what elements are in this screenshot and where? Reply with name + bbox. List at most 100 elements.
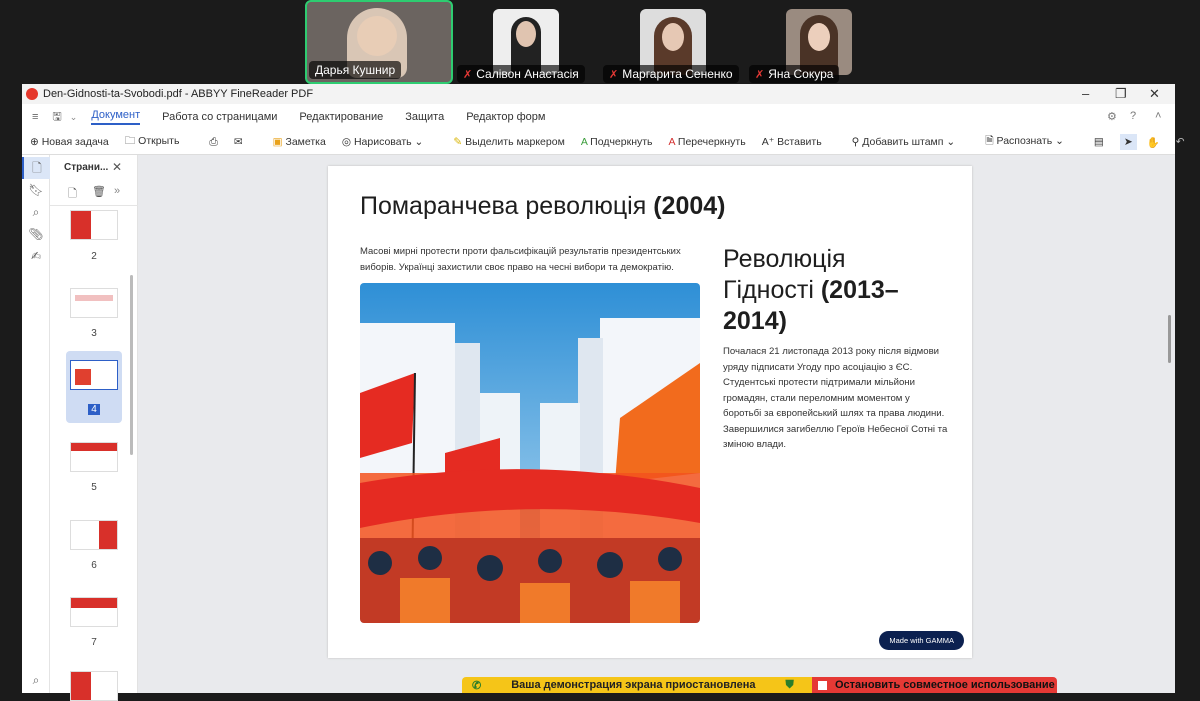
participant-name: Яна Сокура bbox=[768, 67, 834, 81]
side-rail: 🗋 🔖︎ ⌕ 📎︎ ✍︎ ⌕ bbox=[22, 155, 50, 693]
participant-label: ✗ Салівон Анастасія bbox=[457, 65, 585, 83]
bookmark-icon[interactable]: 🔖︎ bbox=[22, 179, 50, 201]
undo-icon[interactable]: ↶ bbox=[1176, 136, 1185, 148]
label: Выделить маркером bbox=[465, 136, 565, 148]
page-number: 6 bbox=[91, 560, 97, 571]
email-icon[interactable]: ✉ bbox=[234, 136, 243, 148]
search-icon[interactable]: ⌕ bbox=[22, 201, 50, 223]
page-thumbnail[interactable] bbox=[70, 671, 118, 701]
underline-button[interactable]: A Подчеркнуть bbox=[581, 136, 653, 148]
page-number: 4 bbox=[50, 404, 138, 415]
toolbar: ⊕ Новая задача 🗀 Открыть ⎙ ✉ ▣ Заметка ◎… bbox=[22, 130, 1185, 155]
title-bar: Den-Gidnosti-ta-Svobodi.pdf - ABBYY Fine… bbox=[22, 84, 1175, 104]
pdf-page: Помаранчева революція (2004) Масові мирн… bbox=[328, 166, 972, 658]
participant-label: ✗ Маргарита Сененко bbox=[603, 65, 739, 83]
pages-icon[interactable]: 🗋 bbox=[22, 157, 50, 179]
page-thumbnail[interactable] bbox=[70, 360, 118, 390]
more-icon[interactable]: » bbox=[114, 185, 120, 197]
page-thumbnail[interactable] bbox=[70, 442, 118, 472]
delete-page-icon[interactable]: 🗑︎ bbox=[92, 185, 106, 198]
document-view: Помаранчева революція (2004) Масові мирн… bbox=[138, 155, 1175, 693]
shield-icon: ⛊ bbox=[785, 678, 794, 691]
page-number: 3 bbox=[91, 328, 97, 339]
stamp-button[interactable]: ⚲ Добавить штамп ⌄ bbox=[852, 136, 956, 148]
help-icon[interactable]: ? bbox=[1130, 110, 1136, 122]
section-title: Революція Гідності (2013–2014) bbox=[723, 245, 899, 335]
label: Подчеркнуть bbox=[590, 136, 653, 148]
draw-button[interactable]: ◎ Нарисовать ⌄ bbox=[342, 136, 424, 148]
ribbon-tabs: ≡ 🖫 ⌄ Документ Работа со страницами Реда… bbox=[22, 104, 1175, 130]
stop-share-button[interactable]: Остановить совместное использование bbox=[812, 677, 1057, 693]
hand-tool-icon[interactable]: ✋ bbox=[1147, 136, 1160, 149]
label: Вставить bbox=[777, 136, 822, 148]
mic-muted-icon: ✗ bbox=[755, 69, 765, 81]
app-logo-icon bbox=[26, 88, 38, 100]
window-title: Den-Gidnosti-ta-Svobodi.pdf - ABBYY Fine… bbox=[43, 88, 314, 100]
tab-form-editor[interactable]: Редактор форм bbox=[466, 111, 545, 123]
mic-muted-icon: ✗ bbox=[609, 69, 619, 81]
label: Распознать bbox=[996, 135, 1053, 147]
tab-document[interactable]: Документ bbox=[91, 109, 141, 125]
search-settings-icon[interactable]: ⌕ bbox=[22, 669, 50, 691]
label: Перечеркнуть bbox=[677, 136, 746, 148]
strikethrough-button[interactable]: A Перечеркнуть bbox=[669, 136, 746, 148]
participant-tile-active[interactable]: Дарья Кушнир bbox=[305, 0, 453, 84]
slide-left-text: Масові мирні протести проти фальсифікаці… bbox=[360, 246, 681, 273]
section-text: Почалася 21 листопада 2013 року після ві… bbox=[723, 346, 948, 450]
share-paused-bar: ✆ Ваша демонстрация экрана приостановлен… bbox=[462, 677, 812, 693]
phone-icon: ✆ bbox=[472, 679, 482, 692]
share-status: Ваша демонстрация экрана приостановлена bbox=[511, 679, 756, 691]
participant-name: Салівон Анастасія bbox=[476, 67, 579, 81]
tab-protection[interactable]: Защита bbox=[405, 111, 444, 123]
save-icon[interactable]: 🖫 bbox=[52, 108, 61, 127]
label: Заметка bbox=[285, 136, 326, 148]
tab-pages[interactable]: Работа со страницами bbox=[162, 111, 277, 123]
minimize-button[interactable]: – bbox=[1082, 86, 1089, 101]
select-tool-icon[interactable]: ➤ bbox=[1119, 134, 1137, 150]
menu-icon[interactable]: ≡ bbox=[32, 111, 38, 123]
label: Открыть bbox=[138, 135, 180, 147]
made-with-gamma-badge[interactable]: Made with GAMMA bbox=[879, 631, 964, 650]
signature-icon[interactable]: ✍︎ bbox=[22, 245, 50, 267]
page-thumbnail[interactable] bbox=[70, 520, 118, 550]
settings-icon[interactable]: ⚙ bbox=[1107, 110, 1117, 123]
page-thumbnail[interactable] bbox=[70, 597, 118, 627]
insert-text-button[interactable]: A⁺ Вставить bbox=[762, 136, 822, 148]
new-task-button[interactable]: ⊕ Новая задача bbox=[30, 136, 109, 148]
mic-muted-icon: ✗ bbox=[463, 69, 473, 81]
page-thumbnail[interactable] bbox=[70, 288, 118, 318]
tab-editing[interactable]: Редактирование bbox=[299, 111, 383, 123]
panel-scrollbar[interactable] bbox=[130, 275, 133, 455]
page-number: 5 bbox=[91, 482, 97, 493]
close-panel-icon[interactable]: ✕ bbox=[112, 160, 122, 174]
highlight-button[interactable]: ✎ Выделить маркером bbox=[453, 136, 564, 148]
label: Нарисовать bbox=[353, 136, 412, 148]
label: Новая задача bbox=[41, 136, 109, 148]
stop-share-label: Остановить совместное использование bbox=[835, 679, 1055, 691]
print-icon[interactable]: ⎙ bbox=[209, 136, 217, 149]
page-thumbnail[interactable] bbox=[70, 210, 118, 240]
participant-label: ✗ Яна Сокура bbox=[749, 65, 840, 83]
label: Добавить штамп bbox=[862, 136, 944, 148]
note-button[interactable]: ▣ Заметка bbox=[273, 136, 326, 148]
slide-title: Помаранчева революція (2004) bbox=[360, 192, 726, 220]
protest-illustration bbox=[360, 283, 700, 623]
stop-icon bbox=[818, 680, 827, 690]
participant-name: Дарья Кушнир bbox=[309, 61, 402, 79]
restore-button[interactable]: ❐ bbox=[1115, 86, 1127, 102]
open-button[interactable]: 🗀 Открыть bbox=[125, 133, 180, 151]
add-page-icon[interactable]: 🗋 bbox=[68, 185, 77, 204]
chevron-down-icon[interactable]: ⌄ bbox=[70, 112, 78, 123]
page-number: 2 bbox=[91, 251, 97, 262]
pages-panel: Страни... ✕ 🗋 🗑︎ » 2 3 4 5 6 7 bbox=[50, 155, 138, 701]
recognize-button[interactable]: 🗎 Распознать ⌄ bbox=[985, 133, 1064, 151]
panel-title: Страни... bbox=[64, 162, 109, 173]
attachment-icon[interactable]: 📎︎ bbox=[22, 223, 50, 245]
close-button[interactable]: ✕ bbox=[1149, 86, 1160, 102]
participant-name: Маргарита Сененко bbox=[622, 67, 733, 81]
collapse-ribbon-icon[interactable]: ˄ bbox=[1155, 110, 1161, 122]
app-window: Den-Gidnosti-ta-Svobodi.pdf - ABBYY Fine… bbox=[22, 84, 1185, 701]
export-icon[interactable]: ▤ bbox=[1094, 136, 1104, 148]
page-number: 7 bbox=[91, 637, 97, 648]
document-scrollbar[interactable] bbox=[1168, 315, 1171, 363]
